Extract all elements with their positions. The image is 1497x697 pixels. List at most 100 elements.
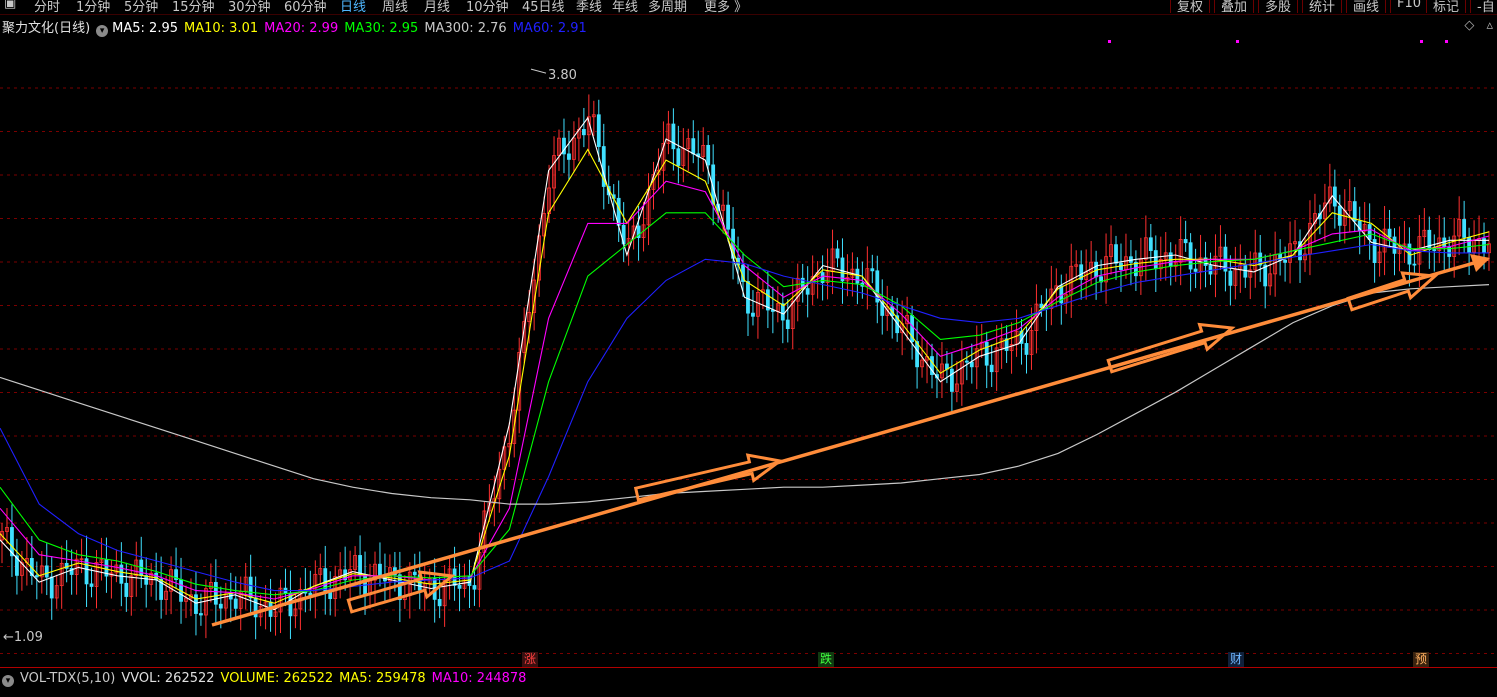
candle-body (1427, 229, 1432, 251)
toolbar-button[interactable]: 统计 (1302, 0, 1343, 14)
trend-line (211, 257, 1489, 627)
candle-body (1332, 186, 1337, 207)
legend-ma5: MA5: 2.95 (112, 21, 178, 36)
candle-body (1114, 244, 1118, 264)
ma-line-ma20 (0, 180, 1490, 600)
candle-body (34, 575, 39, 578)
low-label: ←1.09 (3, 630, 43, 645)
candle-body (124, 582, 129, 597)
arrow-up-icon[interactable]: ▵ (1486, 18, 1493, 33)
period-tab[interactable]: 更多 》 (704, 0, 747, 14)
legend-ma30: MA30: 2.95 (344, 21, 419, 36)
grid-lines (0, 87, 1497, 654)
candle-body (1228, 270, 1233, 286)
period-tab[interactable]: 45日线 (522, 0, 565, 14)
toolbar-button[interactable]: -自 (1470, 0, 1497, 14)
candle-body (989, 364, 994, 373)
ma-line-ma5 (0, 116, 1489, 611)
panel-divider (0, 667, 1497, 668)
candle-body (691, 138, 696, 155)
chart-legend: 聚力文化(日线) ▾ MA5: 2.95 MA10: 3.01 MA20: 2.99 MA… (2, 17, 593, 37)
period-tab[interactable]: 分时 (34, 0, 60, 14)
toolbar-button[interactable]: 画线 (1346, 0, 1387, 14)
high-pointer (530, 68, 547, 74)
candle-body (1367, 224, 1372, 240)
toolbar-button[interactable]: F10 (1390, 0, 1429, 13)
period-tab[interactable]: 15分钟 (172, 0, 215, 14)
candle-body (855, 268, 860, 284)
legend-ma300: MA300: 2.76 (424, 21, 507, 36)
toolbar-button[interactable]: 多股 (1258, 0, 1299, 14)
period-tab[interactable]: 季线 (576, 0, 602, 14)
toolbar-button[interactable]: 复权 (1170, 0, 1211, 14)
period-tab[interactable]: 5分钟 (124, 0, 158, 14)
candle-body (567, 153, 571, 160)
toolbar-button[interactable]: 标记 (1426, 0, 1467, 14)
candle-body (1024, 343, 1029, 355)
stock-title: 聚力文化(日线) (2, 21, 91, 36)
candle-body (1283, 259, 1287, 263)
ma-line-ma10 (0, 148, 1490, 604)
candle-body (1392, 236, 1397, 254)
candle-body (1133, 261, 1138, 277)
period-tab[interactable]: 多周期 (648, 0, 687, 14)
candle-body (1153, 250, 1158, 270)
kline-chart[interactable]: 3.80 ←1.09 (0, 36, 1497, 666)
signal-dot (1445, 40, 1448, 43)
period-tab[interactable]: 周线 (382, 0, 408, 14)
candle-body (969, 361, 974, 368)
volume-legend: ▾ VOL-TDX(5,10) VVOL: 262522 VOLUME: 262522… (2, 671, 532, 689)
candle-body (671, 123, 676, 150)
candle-body (1263, 264, 1268, 287)
volume-ma5: MA5: 259478 (339, 671, 426, 686)
period-toolbar: 分时 1分钟 5分钟 15分钟 30分钟 60分钟 日线 周线 月线 10分钟 45日线 季线 年线 多周… (0, 0, 1497, 15)
candle-body (1183, 239, 1188, 244)
candle-body (706, 144, 711, 166)
period-tab[interactable]: 1分钟 (76, 0, 110, 14)
candle-body (437, 598, 442, 607)
candle-body (870, 268, 875, 272)
candle-body (835, 248, 840, 259)
candle-body (1193, 268, 1198, 272)
trend-line-head (1470, 254, 1490, 272)
event-marker[interactable]: 预 (1413, 652, 1430, 667)
candle-body (44, 565, 49, 578)
candle-body (323, 568, 328, 593)
candle-body (1467, 237, 1472, 253)
candle-body (581, 129, 586, 136)
hollow-arrow (1106, 322, 1236, 374)
toolbar-button[interactable]: 叠加 (1214, 0, 1255, 14)
period-tab[interactable]: 30分钟 (228, 0, 271, 14)
price-annotations: 3.80 ←1.09 (3, 40, 1448, 645)
window-icon[interactable]: ▣ (4, 0, 16, 11)
candle-body (457, 584, 462, 589)
candle-body (89, 583, 94, 587)
volume-volume: VOLUME: 262522 (220, 671, 334, 686)
candle-body (1387, 228, 1392, 238)
period-tab[interactable]: 月线 (424, 0, 450, 14)
event-marker[interactable]: 财 (1228, 652, 1245, 667)
event-marker[interactable]: 跌 (818, 652, 835, 667)
moving-average-lines (0, 116, 1490, 611)
high-label: 3.80 (548, 68, 577, 83)
candle-body (199, 613, 203, 616)
period-tab[interactable]: 日线 (340, 0, 366, 14)
volume-vvol: VVOL: 262522 (121, 671, 215, 686)
legend-ma10: MA10: 3.01 (184, 21, 259, 36)
period-tab[interactable]: 10分钟 (466, 0, 509, 14)
event-marker[interactable]: 涨 (522, 652, 539, 667)
candle-body (1337, 205, 1342, 226)
volume-settings-icon[interactable]: ▾ (2, 675, 14, 687)
candle-body (218, 603, 223, 609)
candle-body (358, 555, 362, 575)
period-tab[interactable]: 年线 (612, 0, 638, 14)
period-tab[interactable]: 60分钟 (284, 0, 327, 14)
candle-body (676, 148, 681, 166)
candle-body (49, 576, 54, 599)
candle-body (1148, 237, 1153, 251)
diamond-icon[interactable]: ◇ (1464, 18, 1474, 33)
candle-body (472, 585, 477, 590)
candle-body (915, 341, 919, 368)
candle-body (805, 288, 810, 295)
candle-body (751, 312, 755, 317)
